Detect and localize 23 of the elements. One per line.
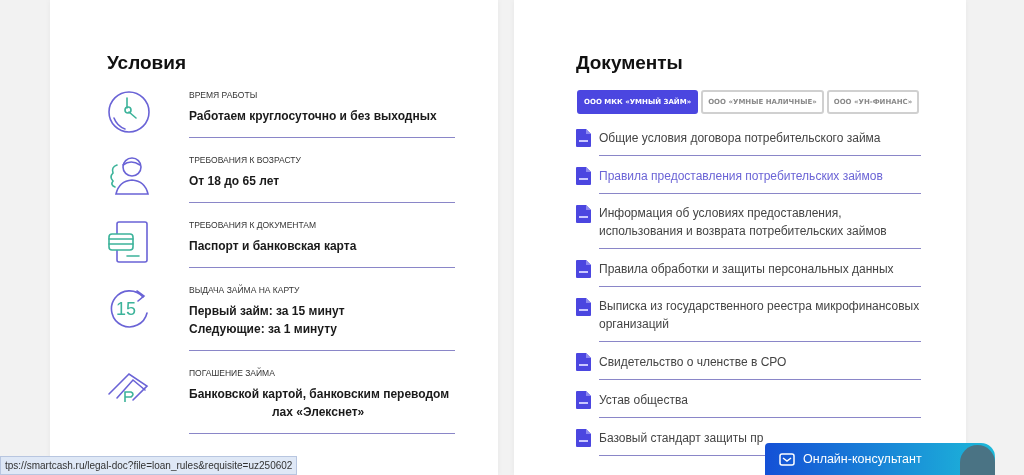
- condition-value: лах «Элекснет»: [271, 404, 366, 421]
- status-bar-url: tps://smartcash.ru/legal-doc?file=loan_rules&requisite=uz250602: [0, 456, 298, 475]
- document-link[interactable]: Базовый стандарт защиты пр: [599, 429, 764, 447]
- document-link[interactable]: Информация об условиях предоставления, использования и возврата потребительских займов: [599, 204, 921, 240]
- document-link[interactable]: Свидетельство о членстве в СРО: [599, 353, 787, 371]
- section-title: Документы: [576, 52, 684, 74]
- condition-label: ТРЕБОВАНИЯ К ДОКУМЕНТАМ: [189, 220, 318, 230]
- condition-value: Банковской картой, банковским переводом: [189, 386, 451, 403]
- condition-label: ПОГАШЕНИЕ ЗАЙМА: [189, 368, 276, 378]
- condition-label: ВЫДАЧА ЗАЙМА НА КАРТУ: [189, 285, 301, 295]
- document-link[interactable]: Выписка из государственного реестра микрофинансовых организаций: [599, 297, 921, 333]
- condition-value: Паспорт и банковская карта: [189, 238, 358, 255]
- condition-value: Следующие: за 1 минуту: [189, 321, 338, 338]
- document-link[interactable]: Правила предоставления потребительских займов: [599, 167, 883, 185]
- document-link[interactable]: Правила обработки и защиты персональных данных: [599, 260, 894, 278]
- condition-value: Первый займ: за 15 минут: [189, 303, 346, 320]
- document-link[interactable]: Общие условия договора потребительского займа: [599, 129, 881, 147]
- section-title: Условия: [107, 52, 188, 74]
- document-link[interactable]: Устав общества: [599, 391, 688, 409]
- condition-label: ВРЕМЯ РАБОТЫ: [189, 90, 259, 100]
- condition-label: ТРЕБОВАНИЯ К ВОЗРАСТУ: [189, 155, 302, 165]
- condition-value: От 18 до 65 лет: [189, 173, 281, 190]
- condition-value: Работаем круглосуточно и без выходных: [189, 108, 438, 125]
